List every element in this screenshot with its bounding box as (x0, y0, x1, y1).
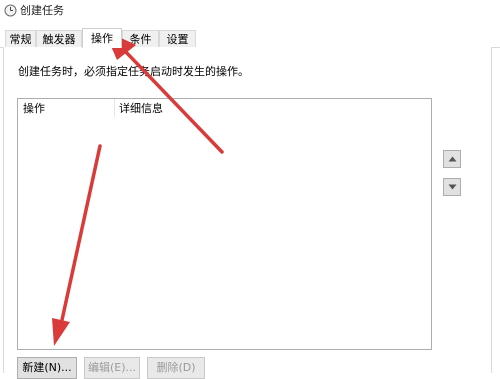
tab-actions[interactable]: 操作 (82, 28, 122, 48)
tab-label: 条件 (129, 33, 152, 46)
actions-list[interactable]: 操作 详细信息 (17, 98, 432, 350)
tab-label: 操作 (91, 32, 113, 45)
tab-label: 设置 (166, 33, 189, 46)
triangle-down-icon (448, 184, 457, 190)
clock-icon (4, 4, 17, 17)
edit-button[interactable]: 编辑(E)... (84, 357, 140, 379)
actions-description: 创建任务时，必须指定任务启动时发生的操作。 (18, 65, 249, 78)
tab-general[interactable]: 常规 (5, 30, 36, 47)
title-bar: 创建任务 (0, 0, 500, 22)
tab-label: 常规 (9, 33, 32, 46)
new-button[interactable]: 新建(N)... (17, 357, 77, 379)
triangle-up-icon (448, 156, 457, 162)
column-header-details[interactable]: 详细信息 (119, 102, 163, 115)
move-up-button[interactable] (443, 150, 461, 168)
column-header-action[interactable]: 操作 (23, 102, 45, 115)
tab-conditions[interactable]: 条件 (122, 30, 159, 47)
tab-label: 触发器 (42, 33, 76, 46)
move-down-button[interactable] (443, 178, 461, 196)
tab-triggers[interactable]: 触发器 (36, 30, 82, 47)
tab-settings[interactable]: 设置 (159, 30, 196, 47)
delete-button[interactable]: 删除(D) (147, 357, 205, 379)
column-separator[interactable] (114, 99, 115, 117)
window-title: 创建任务 (20, 4, 64, 17)
